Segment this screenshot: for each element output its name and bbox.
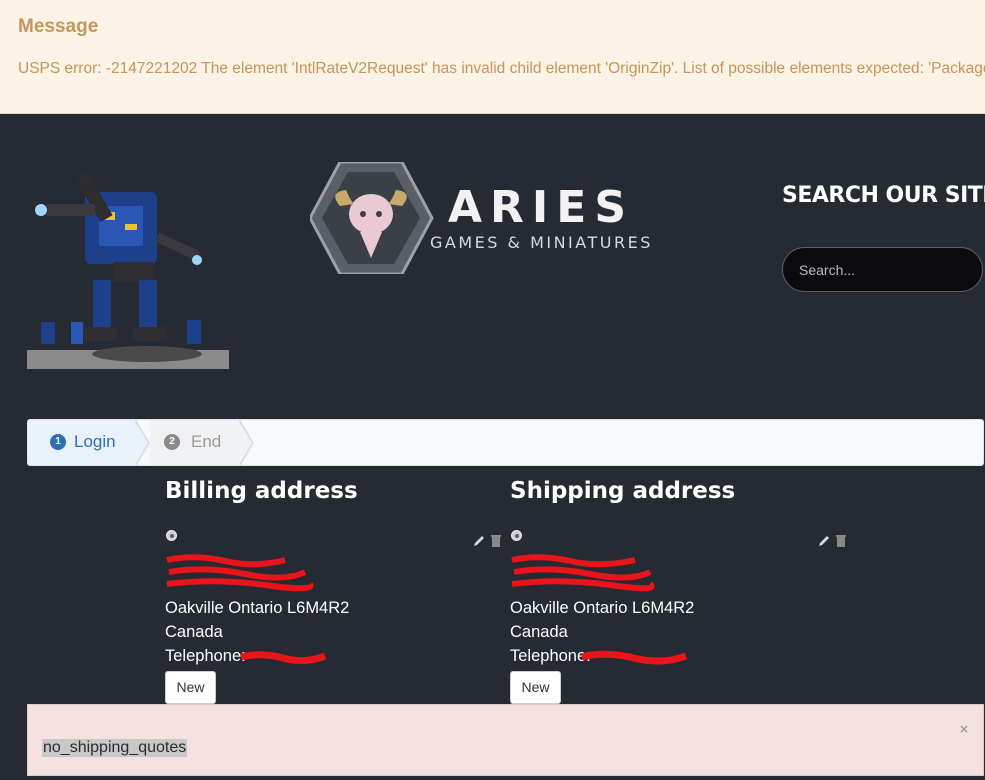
- step-number-badge: 1: [50, 434, 66, 450]
- search-heading: SEARCH OUR SITE!: [782, 183, 985, 208]
- shipping-error-notice: no_shipping_quotes ×: [27, 704, 984, 776]
- shipping-country: Canada: [510, 623, 568, 641]
- close-icon[interactable]: ×: [959, 722, 969, 736]
- robot-mech-image: [27, 171, 229, 369]
- trash-icon[interactable]: [835, 533, 847, 547]
- message-text: USPS error: -2147221202 The element 'Int…: [18, 60, 985, 77]
- aries-logo: ARIES GAMES & MINIATURES: [310, 162, 653, 274]
- message-title: Message: [18, 16, 99, 37]
- redacted-telephone: [581, 650, 688, 665]
- shipping-city-line: Oakville Ontario L6M4R2: [510, 599, 695, 617]
- shipping-telephone-label: Telephone:: [510, 647, 591, 665]
- step-label-end: End: [191, 432, 222, 451]
- pencil-icon[interactable]: [818, 534, 831, 547]
- checkout-steps: 1 Login 2 End: [27, 419, 984, 466]
- logo-wordmark: ARIES: [448, 182, 634, 233]
- step-login-arrow-fill: [134, 420, 148, 465]
- billing-city-line: Oakville Ontario L6M4R2: [165, 599, 350, 617]
- trash-icon[interactable]: [490, 533, 502, 547]
- redacted-telephone: [240, 651, 327, 664]
- step-label-login[interactable]: Login: [74, 432, 116, 452]
- billing-country: Canada: [165, 623, 223, 641]
- step-number-badge: 2: [164, 434, 180, 450]
- address-radio[interactable]: [511, 530, 522, 541]
- redacted-name-and-street: [166, 554, 314, 592]
- pencil-icon[interactable]: [473, 534, 486, 547]
- step-end-arrow: [238, 420, 252, 465]
- notice-text: no_shipping_quotes: [42, 739, 188, 757]
- address-radio[interactable]: [166, 530, 177, 541]
- search-input[interactable]: [782, 247, 983, 292]
- logo-subtitle: GAMES & MINIATURES: [430, 233, 653, 252]
- new-shipping-address-button[interactable]: New: [510, 671, 561, 704]
- new-billing-address-button[interactable]: New: [165, 671, 216, 704]
- system-message-bar: Message USPS error: -2147221202 The elem…: [0, 0, 985, 114]
- shipping-address-heading: Shipping address: [510, 478, 736, 504]
- redacted-name-and-street: [511, 554, 655, 592]
- billing-address-heading: Billing address: [165, 478, 358, 504]
- billing-telephone-label: Telephone:: [165, 647, 246, 665]
